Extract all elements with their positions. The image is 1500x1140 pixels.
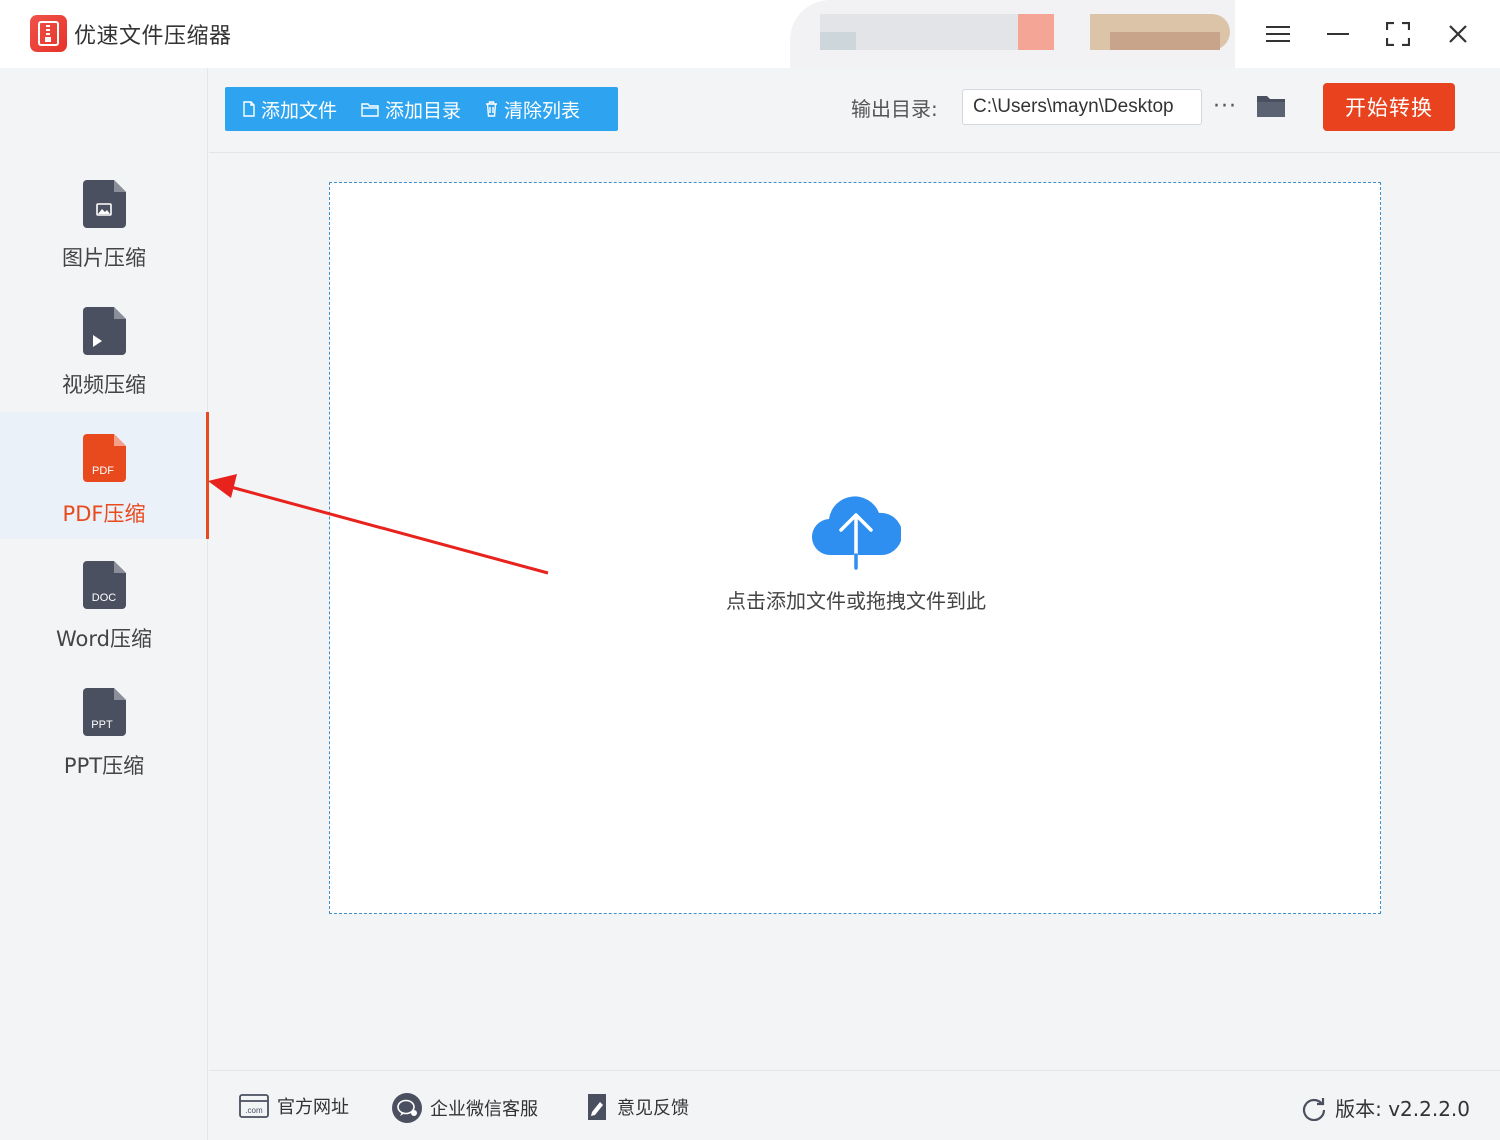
sidebar-item-pdf[interactable]: PDF PDF压缩 (0, 412, 209, 539)
ppt-badge: PPT (91, 719, 113, 731)
website-label: 官方网址 (277, 1097, 349, 1118)
maximize-icon (1386, 22, 1410, 46)
add-file-button[interactable]: 添加文件 (237, 87, 343, 131)
sidebar-item-ppt[interactable]: PPT PPT压缩 (0, 674, 208, 801)
toolbar: 添加文件 添加目录 清除列表 输出目录: C:\Users\mayn\Deskt… (209, 68, 1500, 153)
website-link[interactable]: .com 官方网址 (239, 1093, 349, 1119)
file-icon (243, 101, 255, 117)
output-directory-label: 输出目录: (851, 97, 938, 121)
pdf-badge: PDF (92, 465, 114, 477)
cloud-upload-icon (811, 496, 901, 570)
sidebar-item-label: PDF压缩 (62, 502, 146, 526)
start-convert-button[interactable]: 开始转换 (1323, 83, 1455, 131)
drop-hint-text: 点击添加文件或拖拽文件到此 (726, 589, 986, 613)
main-panel: 点击添加文件或拖拽文件到此 (209, 154, 1500, 1070)
sidebar-item-label: PPT压缩 (63, 754, 145, 778)
sidebar-item-label: 图片压缩 (62, 246, 146, 270)
footer: .com 官方网址 企业微信客服 意见反馈 版本: v2.2.2.0 (209, 1070, 1500, 1140)
menu-button[interactable] (1258, 14, 1298, 54)
app-logo (30, 15, 67, 52)
minimize-icon (1327, 33, 1349, 35)
title-bar: 优速文件压缩器 (0, 0, 1500, 68)
sidebar-item-label: 视频压缩 (62, 373, 146, 397)
feedback-link[interactable]: 意见反馈 (585, 1093, 689, 1121)
doc-badge: DOC (92, 592, 117, 604)
refresh-icon (1303, 1097, 1326, 1121)
video-file-icon (83, 307, 126, 355)
sidebar-item-video[interactable]: 视频压缩 (0, 293, 208, 420)
menu-icon (1266, 26, 1290, 42)
open-folder-icon[interactable] (1254, 90, 1288, 122)
add-file-label: 添加文件 (261, 99, 338, 122)
wechat-icon (392, 1093, 422, 1123)
file-drop-zone[interactable]: 点击添加文件或拖拽文件到此 (329, 182, 1381, 914)
file-action-group: 添加文件 添加目录 清除列表 (225, 87, 618, 131)
version-info: 版本: v2.2.2.0 (1301, 1093, 1470, 1122)
pdf-file-icon: PDF (83, 434, 126, 482)
feedback-label: 意见反馈 (617, 1098, 689, 1119)
svg-text:.com: .com (245, 1106, 263, 1115)
ppt-file-icon: PPT (83, 688, 126, 736)
sidebar-item-image[interactable]: 图片压缩 (0, 166, 208, 293)
image-file-icon (83, 180, 126, 228)
folder-outline-icon (361, 102, 379, 117)
output-directory-field[interactable]: C:\Users\mayn\Desktop (962, 89, 1202, 125)
trash-icon (486, 101, 498, 117)
sidebar-item-word[interactable]: DOC Word压缩 (0, 547, 208, 674)
minimize-button[interactable] (1318, 14, 1358, 54)
wechat-support-link[interactable]: 企业微信客服 (392, 1093, 538, 1123)
close-button[interactable] (1438, 14, 1478, 54)
feedback-icon (588, 1094, 606, 1120)
browse-more-button[interactable]: ··· (1209, 90, 1241, 122)
wechat-support-label: 企业微信客服 (430, 1099, 538, 1120)
website-icon: .com (239, 1094, 269, 1118)
app-title: 优速文件压缩器 (74, 24, 232, 49)
maximize-button[interactable] (1378, 14, 1418, 54)
blurred-user-info (790, 0, 1235, 68)
add-directory-button[interactable]: 添加目录 (355, 87, 467, 131)
close-icon (1449, 25, 1467, 43)
sidebar-item-label: Word压缩 (56, 627, 152, 651)
version-label: 版本: v2.2.2.0 (1335, 1097, 1470, 1121)
clear-list-label: 清除列表 (504, 99, 581, 122)
doc-file-icon: DOC (83, 561, 126, 609)
clear-list-button[interactable]: 清除列表 (479, 87, 586, 131)
add-directory-label: 添加目录 (385, 99, 462, 122)
sidebar: 图片压缩 视频压缩 PDF PDF压缩 DOC Word压缩 PPT PPT压缩 (0, 68, 209, 1140)
